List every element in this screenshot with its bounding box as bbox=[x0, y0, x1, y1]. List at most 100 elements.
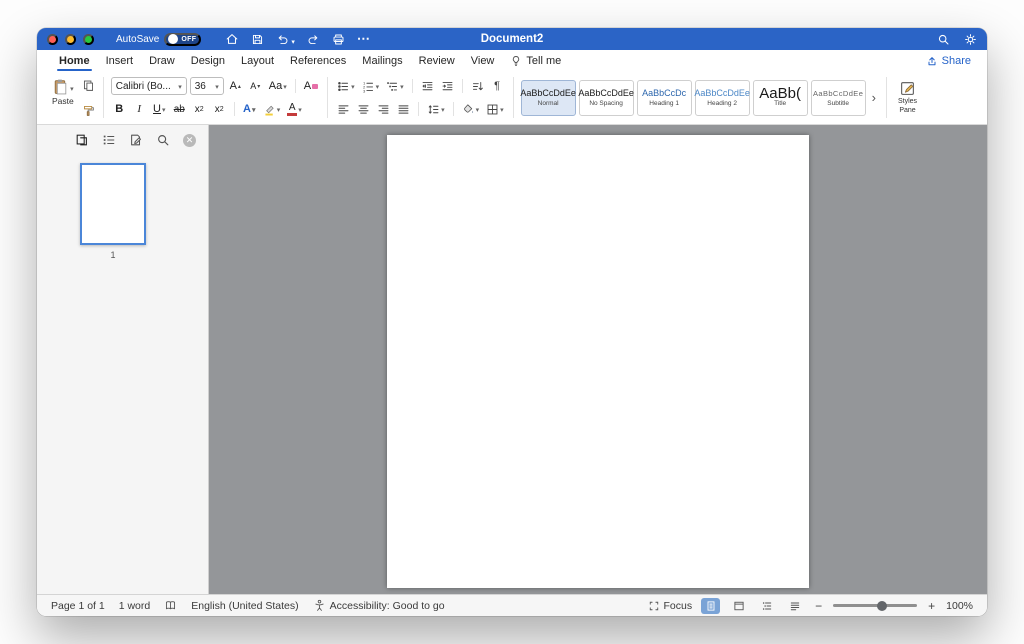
search-icon bbox=[156, 133, 170, 147]
tab-mailings[interactable]: Mailings bbox=[354, 50, 410, 71]
divider bbox=[234, 102, 235, 116]
zoom-in-button[interactable]: + bbox=[926, 599, 937, 613]
zoom-out-button[interactable]: − bbox=[813, 599, 824, 613]
svg-text:3: 3 bbox=[363, 88, 366, 93]
style-heading-1[interactable]: AaBbCcDc Heading 1 bbox=[637, 80, 692, 116]
thumbnails-view-button[interactable] bbox=[75, 133, 89, 147]
close-pane-button[interactable]: ✕ bbox=[183, 134, 196, 147]
tab-tell-me[interactable]: Tell me bbox=[502, 50, 569, 71]
view-print-layout-button[interactable] bbox=[701, 598, 720, 614]
more-commands-button[interactable] bbox=[357, 31, 370, 47]
clear-formatting-button[interactable]: A bbox=[302, 77, 320, 95]
copy-button[interactable] bbox=[81, 78, 96, 93]
multilevel-list-button[interactable] bbox=[384, 77, 406, 95]
show-paragraph-marks-button[interactable]: ¶ bbox=[489, 77, 506, 95]
bold-button[interactable]: B bbox=[111, 100, 128, 118]
style-title[interactable]: AaBb( Title bbox=[753, 80, 808, 116]
text-effects-button[interactable]: A bbox=[241, 100, 258, 118]
underline-button[interactable]: U bbox=[151, 100, 168, 118]
numbered-list-icon: 123 bbox=[362, 80, 375, 93]
zoom-level-button[interactable]: 100% bbox=[946, 600, 973, 612]
shrink-font-button[interactable]: A▾ bbox=[247, 77, 264, 95]
tab-draw[interactable]: Draw bbox=[141, 50, 183, 71]
zoom-slider-thumb[interactable] bbox=[877, 601, 887, 611]
find-button[interactable] bbox=[156, 133, 170, 147]
line-spacing-button[interactable] bbox=[425, 100, 447, 118]
status-bar: Page 1 of 1 1 word English (United State… bbox=[37, 594, 987, 616]
bullets-button[interactable] bbox=[335, 77, 357, 95]
tab-review[interactable]: Review bbox=[411, 50, 463, 71]
share-button[interactable]: Share bbox=[922, 50, 975, 71]
grow-font-button[interactable]: A▴ bbox=[227, 77, 244, 95]
home-button[interactable] bbox=[225, 32, 239, 46]
view-web-layout-button[interactable] bbox=[729, 598, 748, 614]
sort-button[interactable] bbox=[469, 77, 486, 95]
numbering-button[interactable]: 123 bbox=[360, 77, 382, 95]
style-heading-2[interactable]: AaBbCcDdEe Heading 2 bbox=[695, 80, 750, 116]
thumbnail-page-number: 1 bbox=[80, 250, 146, 260]
format-painter-button[interactable] bbox=[81, 103, 96, 118]
borders-button[interactable] bbox=[484, 100, 506, 118]
style-normal[interactable]: AaBbCcDdEe Normal bbox=[521, 80, 576, 116]
print-button[interactable] bbox=[332, 33, 345, 46]
text-highlight-button[interactable] bbox=[261, 100, 283, 118]
save-button[interactable] bbox=[251, 33, 264, 46]
italic-button[interactable]: I bbox=[131, 100, 148, 118]
revisions-view-button[interactable] bbox=[129, 133, 143, 147]
tab-references[interactable]: References bbox=[282, 50, 354, 71]
list-icon bbox=[102, 133, 116, 147]
page-thumbnail[interactable] bbox=[80, 163, 146, 245]
style-no-spacing[interactable]: AaBbCcDdEe No Spacing bbox=[579, 80, 634, 116]
headings-view-button[interactable] bbox=[102, 133, 116, 147]
style-subtitle[interactable]: AaBbCcDdEe Subtitle bbox=[811, 80, 866, 116]
chevron-down-icon bbox=[375, 80, 380, 92]
focus-mode-button[interactable]: Focus bbox=[648, 600, 693, 612]
align-left-button[interactable] bbox=[335, 100, 352, 118]
view-draft-button[interactable] bbox=[785, 598, 804, 614]
language-status[interactable]: English (United States) bbox=[191, 600, 298, 612]
tab-view[interactable]: View bbox=[463, 50, 503, 71]
change-case-button[interactable]: Aa bbox=[267, 77, 289, 95]
font-name-select[interactable]: Calibri (Bo... bbox=[111, 77, 187, 95]
align-center-button[interactable] bbox=[355, 100, 372, 118]
redo-button[interactable] bbox=[307, 33, 320, 46]
font-color-button[interactable]: A bbox=[285, 100, 304, 118]
view-outline-button[interactable] bbox=[757, 598, 776, 614]
tab-home[interactable]: Home bbox=[51, 50, 98, 71]
tab-layout[interactable]: Layout bbox=[233, 50, 282, 71]
minimize-window-button[interactable] bbox=[65, 34, 76, 45]
word-count-status[interactable]: 1 word bbox=[119, 600, 151, 612]
close-window-button[interactable] bbox=[47, 34, 58, 45]
page-count-status[interactable]: Page 1 of 1 bbox=[51, 600, 105, 612]
shading-button[interactable] bbox=[460, 100, 482, 118]
highlighter-icon bbox=[263, 103, 276, 116]
title-bar: AutoSave OFF bbox=[37, 28, 987, 50]
autosave-toggle[interactable]: OFF bbox=[164, 33, 201, 46]
increase-indent-button[interactable] bbox=[439, 77, 456, 95]
search-button[interactable] bbox=[937, 33, 950, 46]
justify-button[interactable] bbox=[395, 100, 412, 118]
decrease-indent-button[interactable] bbox=[419, 77, 436, 95]
document-page[interactable] bbox=[387, 135, 809, 588]
chevron-down-icon bbox=[475, 103, 480, 115]
clipboard-mini-buttons bbox=[81, 76, 96, 118]
zoom-slider[interactable] bbox=[833, 600, 917, 612]
subscript-button[interactable]: x2 bbox=[191, 100, 208, 118]
styles-pane-button[interactable]: Styles Pane bbox=[894, 80, 921, 115]
strikethrough-button[interactable]: ab bbox=[171, 100, 188, 118]
spelling-status-button[interactable] bbox=[164, 599, 177, 612]
divider bbox=[327, 77, 328, 118]
superscript-button[interactable]: x2 bbox=[211, 100, 228, 118]
paste-button[interactable]: Paste bbox=[49, 76, 77, 108]
accessibility-status[interactable]: Accessibility: Good to go bbox=[313, 599, 445, 612]
print-layout-icon bbox=[705, 600, 717, 612]
fullscreen-window-button[interactable] bbox=[83, 34, 94, 45]
tab-design[interactable]: Design bbox=[183, 50, 233, 71]
settings-button[interactable] bbox=[964, 33, 977, 46]
outline-view-icon bbox=[761, 600, 773, 612]
font-size-select[interactable]: 36 bbox=[190, 77, 224, 95]
tab-insert[interactable]: Insert bbox=[98, 50, 142, 71]
undo-button[interactable] bbox=[276, 32, 295, 47]
align-right-button[interactable] bbox=[375, 100, 392, 118]
styles-gallery-more-button[interactable] bbox=[869, 90, 879, 105]
